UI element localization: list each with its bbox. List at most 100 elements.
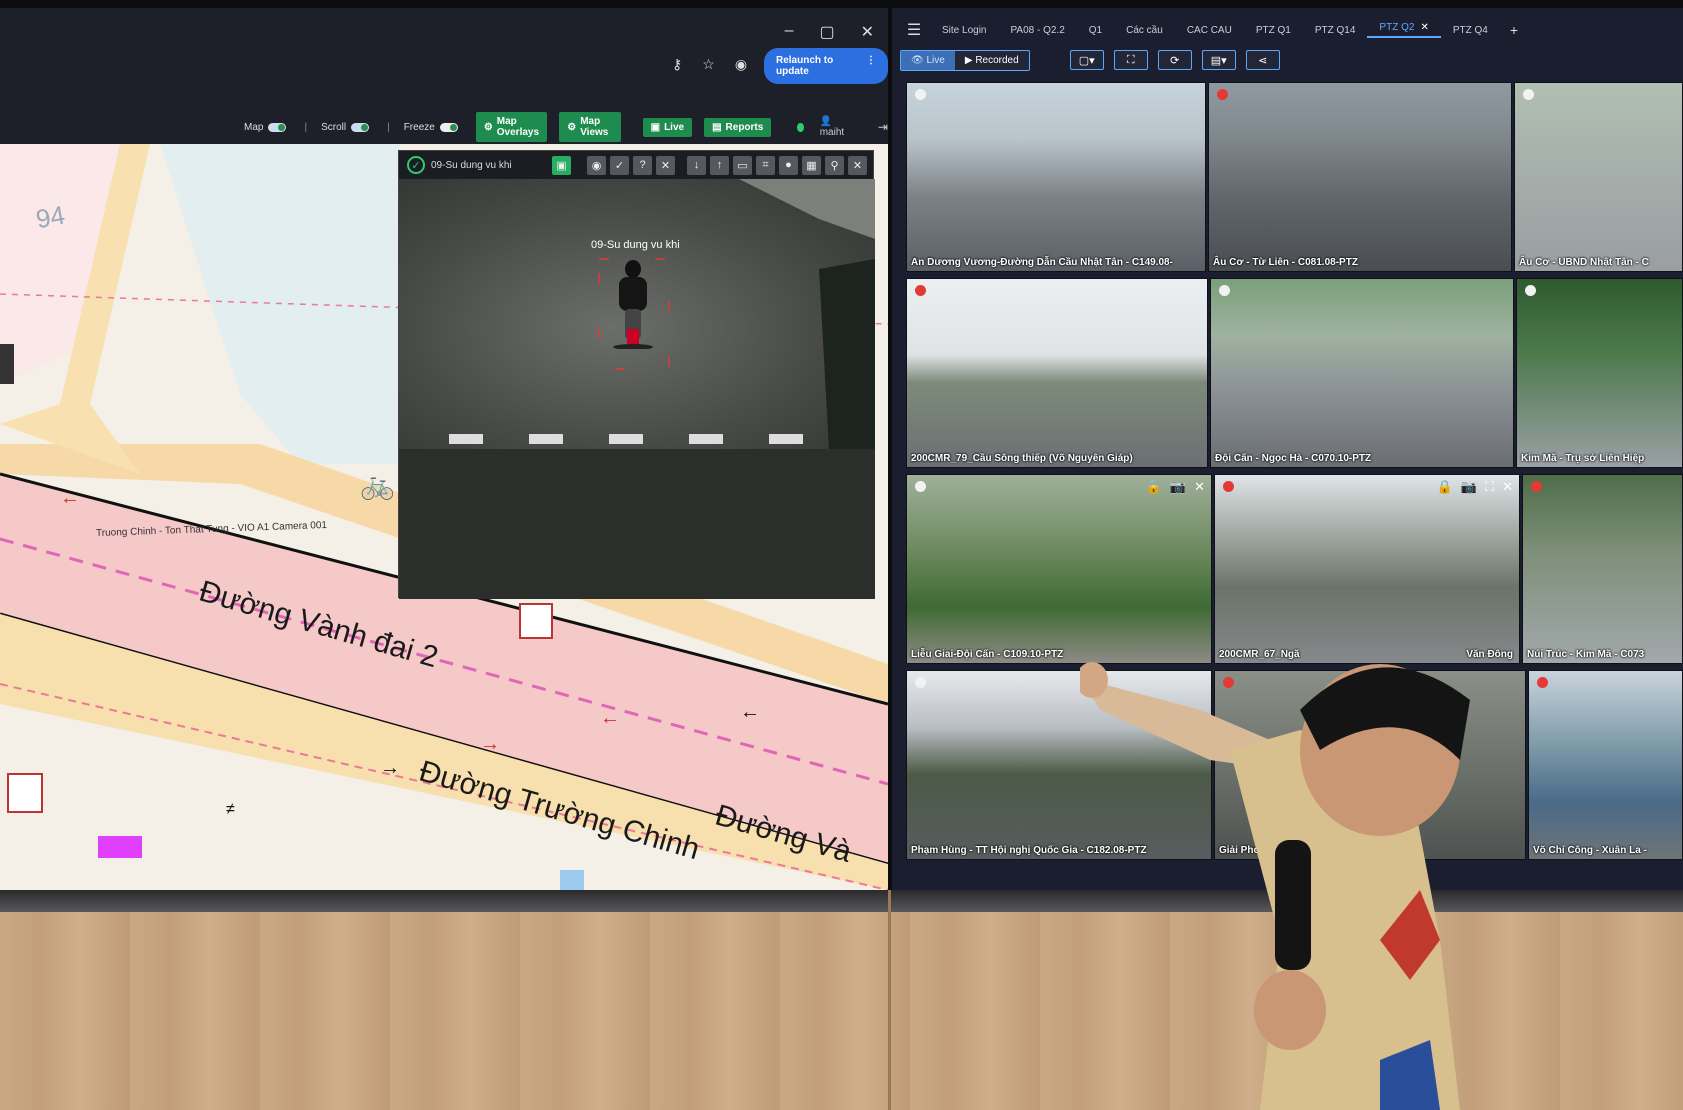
camera-label: Âu Cơ - Từ Liên - C081.08-PTZ — [1213, 257, 1358, 268]
lock-icon[interactable]: 🔒 — [1437, 479, 1453, 495]
motorbike-rider-figure — [613, 260, 653, 349]
tab-site-login[interactable]: Site Login — [930, 25, 998, 36]
maximize-button[interactable]: ▢ — [819, 22, 834, 42]
freeze-toggle-label: Freeze — [403, 121, 435, 133]
tab-ptz-q2[interactable]: PTZ Q2 ✕ — [1367, 22, 1441, 38]
tile-tools: 🔒 📷 ✕ — [1146, 479, 1205, 495]
freeze-toggle[interactable]: Freeze — [404, 122, 458, 133]
approve-icon[interactable]: ✓ — [610, 155, 629, 175]
help-icon[interactable]: ? — [633, 155, 652, 175]
scroll-toggle[interactable]: Scroll — [321, 121, 370, 133]
snapshot-button[interactable]: ▣ — [552, 155, 571, 175]
presenter-figure — [1080, 662, 1470, 1110]
crop-icon[interactable]: ⌗ — [756, 155, 775, 175]
toggle-switch-icon — [268, 122, 287, 132]
map-overlays-label: Map Overlays — [496, 116, 540, 138]
key-icon[interactable]: ⚷ — [672, 56, 682, 73]
eye-icon: 👁 — [911, 54, 927, 66]
upload-icon[interactable]: ↑ — [710, 155, 729, 175]
camera-tile[interactable]: Kim Mã - Trụ sở Liên Hiệp — [1516, 278, 1683, 468]
tab-cac-cau-upper[interactable]: CAC CAU — [1175, 25, 1244, 36]
camera-tile[interactable]: Đội Cấn - Ngọc Hà - C070.10-PTZ — [1210, 278, 1514, 468]
comment-icon[interactable]: ▭ — [733, 155, 752, 175]
online-status-dot — [797, 122, 804, 132]
user-icon: 👤 — [819, 116, 833, 127]
camera-tile[interactable]: Âu Cơ - UBND Nhật Tân - C — [1514, 82, 1683, 272]
scroll-toggle-label: Scroll — [321, 121, 347, 133]
close-icon[interactable]: ✕ — [1502, 479, 1513, 495]
fullscreen-icon[interactable]: ⛶ — [1113, 50, 1148, 70]
monitor-icon: ▣ — [650, 121, 661, 133]
close-icon[interactable]: ✕ — [848, 155, 867, 175]
zoom-icon[interactable]: ⚲ — [825, 155, 844, 175]
hamburger-menu-icon[interactable]: ☰ — [898, 20, 930, 40]
camera-tile[interactable]: 🔒 📷 ✕ Liễu Giai-Đội Cấn - C109.10-PTZ — [906, 474, 1212, 664]
tab-ptz-q1[interactable]: PTZ Q1 — [1244, 25, 1303, 36]
map-toggle[interactable]: Map — [244, 122, 287, 133]
camera-icon[interactable]: 📷 — [1170, 479, 1186, 495]
minimize-button[interactable]: – — [785, 22, 794, 42]
close-icon[interactable]: ✕ — [1194, 479, 1205, 495]
recorded-option[interactable]: ▶ Recorded — [954, 50, 1029, 70]
camera-tile[interactable]: An Dương Vương-Đường Dẫn Cầu Nhật Tân - … — [906, 82, 1206, 272]
reports-button[interactable]: ▤ Reports — [704, 117, 772, 137]
tab-close-icon[interactable]: ✕ — [1420, 22, 1428, 33]
divider: | — [304, 121, 308, 133]
relaunch-button[interactable]: Relaunch to update ⋮ — [764, 48, 888, 84]
recording-indicator — [1531, 481, 1542, 492]
camera-icon[interactable]: 📷 — [1461, 479, 1477, 495]
save-dropdown-icon[interactable]: ▤▾ — [1201, 50, 1236, 70]
popup-title: 09-Su dung vu khi — [431, 159, 512, 171]
reports-label: Reports — [725, 121, 764, 133]
video-feed[interactable]: 09-Su dung vu khi — [399, 179, 875, 449]
fullscreen-icon[interactable]: ⛶ — [1485, 479, 1494, 495]
tab-pa08[interactable]: PA08 - Q2.2 — [998, 25, 1076, 36]
camera-label: Đội Cấn - Ngọc Hà - C070.10-PTZ — [1215, 453, 1372, 464]
camera-tile[interactable]: 200CMR_79_Cầu Sông thiếp (Võ Nguyên Giáp… — [906, 278, 1208, 468]
camera-label: Âu Cơ - UBND Nhật Tân - C — [1519, 257, 1649, 268]
user-menu[interactable]: 👤maiht — [820, 116, 846, 138]
camera-tile[interactable]: Âu Cơ - Từ Liên - C081.08-PTZ — [1208, 82, 1512, 272]
star-icon[interactable]: ☆ — [702, 56, 715, 73]
left-monitor: – ▢ ✕ ⚷ ☆ ◉ Relaunch to update ⋮ Map | S… — [0, 8, 888, 890]
logout-icon[interactable]: ⇥ — [878, 120, 888, 134]
tab-ptz-q14[interactable]: PTZ Q14 — [1303, 25, 1368, 36]
scene: – ▢ ✕ ⚷ ☆ ◉ Relaunch to update ⋮ Map | S… — [0, 0, 1683, 1110]
camera-tile[interactable]: Núi Trúc - Kim Mã - C073 — [1522, 474, 1683, 664]
map-area-number: 94 — [33, 199, 68, 235]
camera-tile[interactable]: 🔒 📷 ⛶ ✕ 200CMR_67_Ngã Văn Đông — [1214, 474, 1520, 664]
profile-icon[interactable]: ◉ — [735, 56, 747, 73]
settings-icon[interactable]: ● — [779, 155, 798, 175]
live-option[interactable]: 👁 Live — [901, 50, 955, 70]
share-icon[interactable]: ⋖ — [1245, 50, 1280, 70]
recording-indicator — [915, 285, 926, 296]
tab-q1[interactable]: Q1 — [1077, 25, 1114, 36]
recording-indicator — [1523, 89, 1534, 100]
popup-header: ✓ 09-Su dung vu khi ▣ ◉ ✓ ? ✕ ↓ ↑ ▭ ⌗ ● … — [399, 151, 873, 179]
add-tab-icon[interactable]: + — [1510, 22, 1518, 38]
reject-icon[interactable]: ✕ — [656, 155, 675, 175]
camera-label: 200CMR_79_Cầu Sông thiếp (Võ Nguyên Giáp… — [911, 453, 1133, 464]
tab-ptz-q4[interactable]: PTZ Q4 — [1441, 25, 1500, 36]
map-toolbar: Map | Scroll | Freeze ⚙ Map Overlays ⚙ Map… — [0, 112, 888, 142]
map-views-button[interactable]: ⚙ Map Views — [559, 112, 621, 142]
tab-ptz-q2-label: PTZ Q2 — [1379, 22, 1415, 33]
tab-cac-cau[interactable]: Các cầu — [1114, 25, 1175, 36]
map-views-label: Map Views — [580, 116, 609, 138]
live-label: Live — [664, 121, 685, 133]
grid-icon[interactable]: ▦ — [802, 155, 821, 175]
refresh-icon[interactable]: ⟳ — [1157, 50, 1192, 70]
download-icon[interactable]: ↓ — [687, 155, 706, 175]
toggle-switch-icon — [439, 122, 458, 132]
recording-indicator — [1217, 89, 1228, 100]
recorded-option-label: Recorded — [975, 54, 1019, 66]
map-overlays-button[interactable]: ⚙ Map Overlays — [475, 112, 548, 142]
svg-text:←: ← — [740, 701, 760, 723]
layout-dropdown-icon[interactable]: ▢▾ — [1069, 50, 1104, 70]
browser-icons: ⚷ ☆ ◉ — [672, 56, 747, 73]
record-icon[interactable]: ◉ — [587, 155, 606, 175]
live-button[interactable]: ▣ Live — [642, 117, 693, 137]
report-icon: ▤ — [712, 121, 722, 133]
close-button[interactable]: ✕ — [861, 22, 874, 42]
lock-icon[interactable]: 🔒 — [1146, 479, 1162, 495]
